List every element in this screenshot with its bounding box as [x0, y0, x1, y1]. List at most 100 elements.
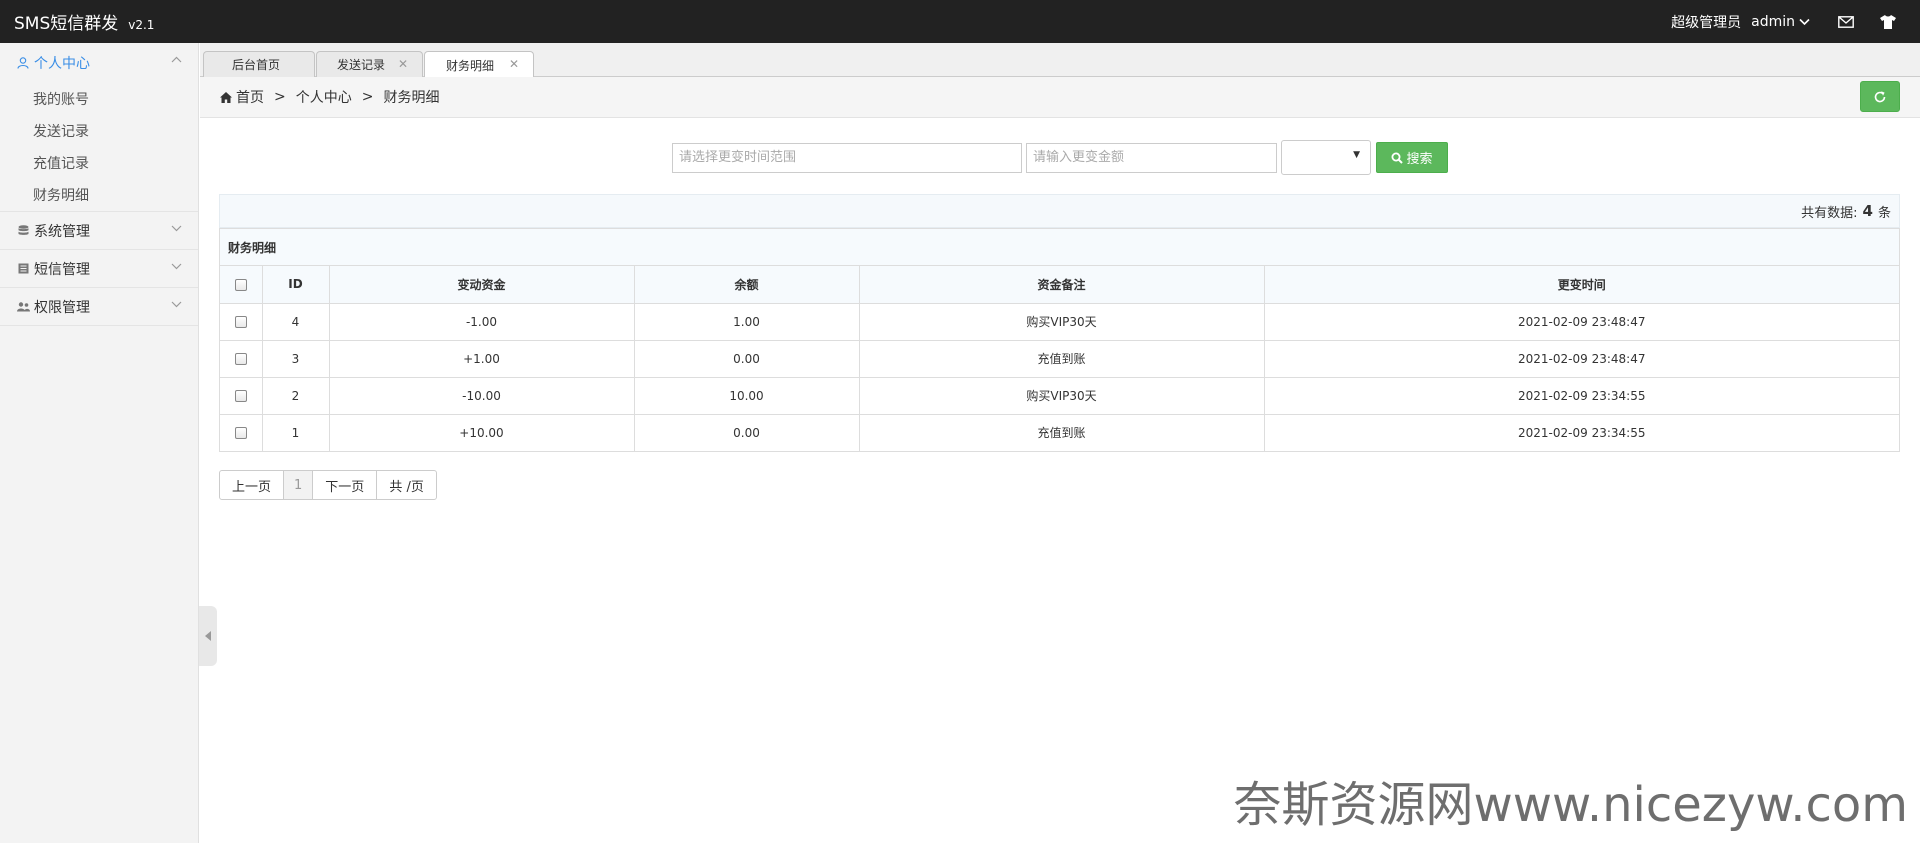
cell-note: 充值到账: [859, 414, 1265, 451]
finance-table-panel: 财务明细 ID 变动资金 余额 资金备注 更变时间 4 -1.00 1.00 购…: [219, 228, 1900, 452]
cell-balance: 1.00: [634, 303, 860, 341]
breadcrumb-personal[interactable]: 个人中心: [296, 87, 352, 107]
cell-balance: 0.00: [634, 340, 860, 378]
close-icon[interactable]: ✕: [509, 57, 519, 71]
cell-note: 购买VIP30天: [859, 303, 1265, 341]
sidebar-group-header-system[interactable]: 系统管理: [0, 212, 198, 249]
watermark: 奈斯资源网www.nicezyw.com: [1233, 777, 1908, 833]
close-icon[interactable]: ✕: [398, 57, 408, 71]
table-row: 4 -1.00 1.00 购买VIP30天 2021-02-09 23:48:4…: [220, 303, 1899, 341]
refresh-button[interactable]: [1860, 81, 1900, 112]
breadcrumb-current: 财务明细: [383, 90, 440, 106]
user-icon: [16, 56, 30, 70]
row-checkbox[interactable]: [234, 390, 247, 402]
column-header: ID: [262, 266, 330, 304]
database-icon: [16, 224, 30, 238]
cell-id: 4: [262, 303, 330, 341]
chevron-up-icon: [171, 56, 182, 63]
cell-id: 1: [262, 414, 330, 451]
time-range-input[interactable]: [672, 142, 1022, 173]
next-page-button[interactable]: 下一页: [312, 470, 378, 500]
app-brand[interactable]: SMS短信群发 v2.1: [14, 9, 154, 34]
cell-note: 购买VIP30天: [859, 377, 1265, 415]
cell-change: -10.00: [329, 377, 635, 415]
sidebar-item-send-records[interactable]: 发送记录: [0, 115, 198, 147]
select-all-checkbox[interactable]: [234, 278, 247, 291]
cell-time: 2021-02-09 23:34:55: [1264, 377, 1899, 415]
sidebar-group-label: 个人中心: [34, 56, 90, 72]
table-row: 1 +10.00 0.00 充值到账 2021-02-09 23:34:55: [220, 414, 1899, 451]
shirt-icon[interactable]: [1878, 12, 1898, 32]
sidebar: 个人中心 我的账号 发送记录 充值记录 财务明细 系统管理 短信管理 权限管理: [0, 43, 199, 843]
username: admin: [1751, 13, 1795, 30]
sidebar-group-label: 权限管理: [34, 299, 90, 316]
users-icon: [16, 300, 30, 314]
count-value: 4: [1862, 202, 1873, 220]
mail-icon[interactable]: [1836, 12, 1856, 32]
sidebar-group-header-personal[interactable]: 个人中心: [0, 43, 198, 83]
amount-input[interactable]: [1026, 142, 1277, 173]
sidebar-group-system: 系统管理: [0, 212, 198, 250]
caret-down-icon: ▼: [1353, 150, 1360, 160]
cell-balance: 0.00: [634, 414, 860, 451]
cell-time: 2021-02-09 23:48:47: [1264, 303, 1899, 341]
sidebar-group-header-sms[interactable]: 短信管理: [0, 250, 198, 287]
table-title: 财务明细: [220, 229, 1899, 266]
chevron-down-icon: [171, 225, 182, 232]
row-checkbox[interactable]: [234, 316, 247, 328]
tab-label: 财务明细: [446, 58, 495, 73]
tab-bar: 后台首页 发送记录 ✕ 财务明细 ✕: [200, 43, 1920, 78]
sidebar-group-header-permissions[interactable]: 权限管理: [0, 288, 198, 325]
chevron-down-icon: [1799, 18, 1810, 25]
tab-finance-details[interactable]: 财务明细 ✕: [424, 51, 534, 78]
table-row: 2 -10.00 10.00 购买VIP30天 2021-02-09 23:34…: [220, 377, 1899, 415]
sidebar-group-sms: 短信管理: [0, 250, 198, 288]
pagination: 上一页 1 下一页 共 /页: [219, 470, 437, 500]
count-suffix: 条: [1877, 205, 1891, 221]
cell-note: 充值到账: [859, 340, 1265, 378]
cell-balance: 10.00: [634, 377, 860, 415]
chevron-down-icon: [171, 301, 182, 308]
app-title: SMS短信群发: [14, 14, 119, 34]
finance-table: ID 变动资金 余额 资金备注 更变时间 4 -1.00 1.00 购买VIP3…: [220, 266, 1899, 451]
refresh-icon: [1874, 90, 1886, 102]
cell-id: 3: [262, 340, 330, 378]
cell-change: +1.00: [329, 340, 635, 378]
sidebar-item-recharge-records[interactable]: 充值记录: [0, 147, 198, 179]
chevron-down-icon: [171, 263, 182, 270]
row-checkbox[interactable]: [234, 353, 247, 365]
cell-id: 2: [262, 377, 330, 415]
search-button[interactable]: 搜索: [1376, 142, 1448, 173]
cell-time: 2021-02-09 23:48:47: [1264, 340, 1899, 378]
column-header: 余额: [634, 266, 860, 304]
table-row: 3 +1.00 0.00 充值到账 2021-02-09 23:48:47: [220, 340, 1899, 378]
cell-time: 2021-02-09 23:34:55: [1518, 425, 1646, 440]
column-header: 变动资金: [329, 266, 635, 304]
sidebar-item-my-account[interactable]: 我的账号: [0, 83, 198, 115]
record-count-bar: 共有数据: 4 条: [219, 194, 1900, 228]
sidebar-group-label: 系统管理: [34, 223, 90, 240]
book-icon: [16, 262, 30, 276]
tab-label: 发送记录: [337, 58, 386, 72]
prev-page-button[interactable]: 上一页: [219, 470, 285, 500]
search-button-label: 搜索: [1406, 152, 1433, 167]
sidebar-collapse-toggle[interactable]: [199, 606, 217, 666]
tab-dashboard[interactable]: 后台首页: [203, 51, 315, 77]
user-menu[interactable]: admin: [1751, 14, 1810, 30]
sidebar-item-finance-details[interactable]: 财务明细: [0, 179, 198, 212]
user-role: 超级管理员: [1671, 14, 1742, 31]
tab-send-records[interactable]: 发送记录 ✕: [316, 51, 423, 77]
current-page[interactable]: 1: [283, 470, 314, 500]
column-header: 更变时间: [1264, 266, 1899, 304]
search-form: ▼ 搜索: [672, 140, 1448, 175]
type-select[interactable]: ▼: [1281, 140, 1371, 175]
row-checkbox[interactable]: [234, 427, 247, 440]
breadcrumb: 首页 > 个人中心 > 财务明细: [200, 77, 1920, 118]
total-pages: 共 /页: [376, 470, 437, 500]
sidebar-group-label: 短信管理: [34, 261, 90, 278]
sidebar-group-personal: 个人中心 我的账号 发送记录 充值记录 财务明细: [0, 43, 198, 212]
breadcrumb-home[interactable]: 首页: [236, 87, 264, 107]
count-prefix: 共有数据:: [1801, 205, 1858, 221]
caret-left-icon: [205, 631, 211, 641]
column-header: 资金备注: [859, 266, 1265, 304]
